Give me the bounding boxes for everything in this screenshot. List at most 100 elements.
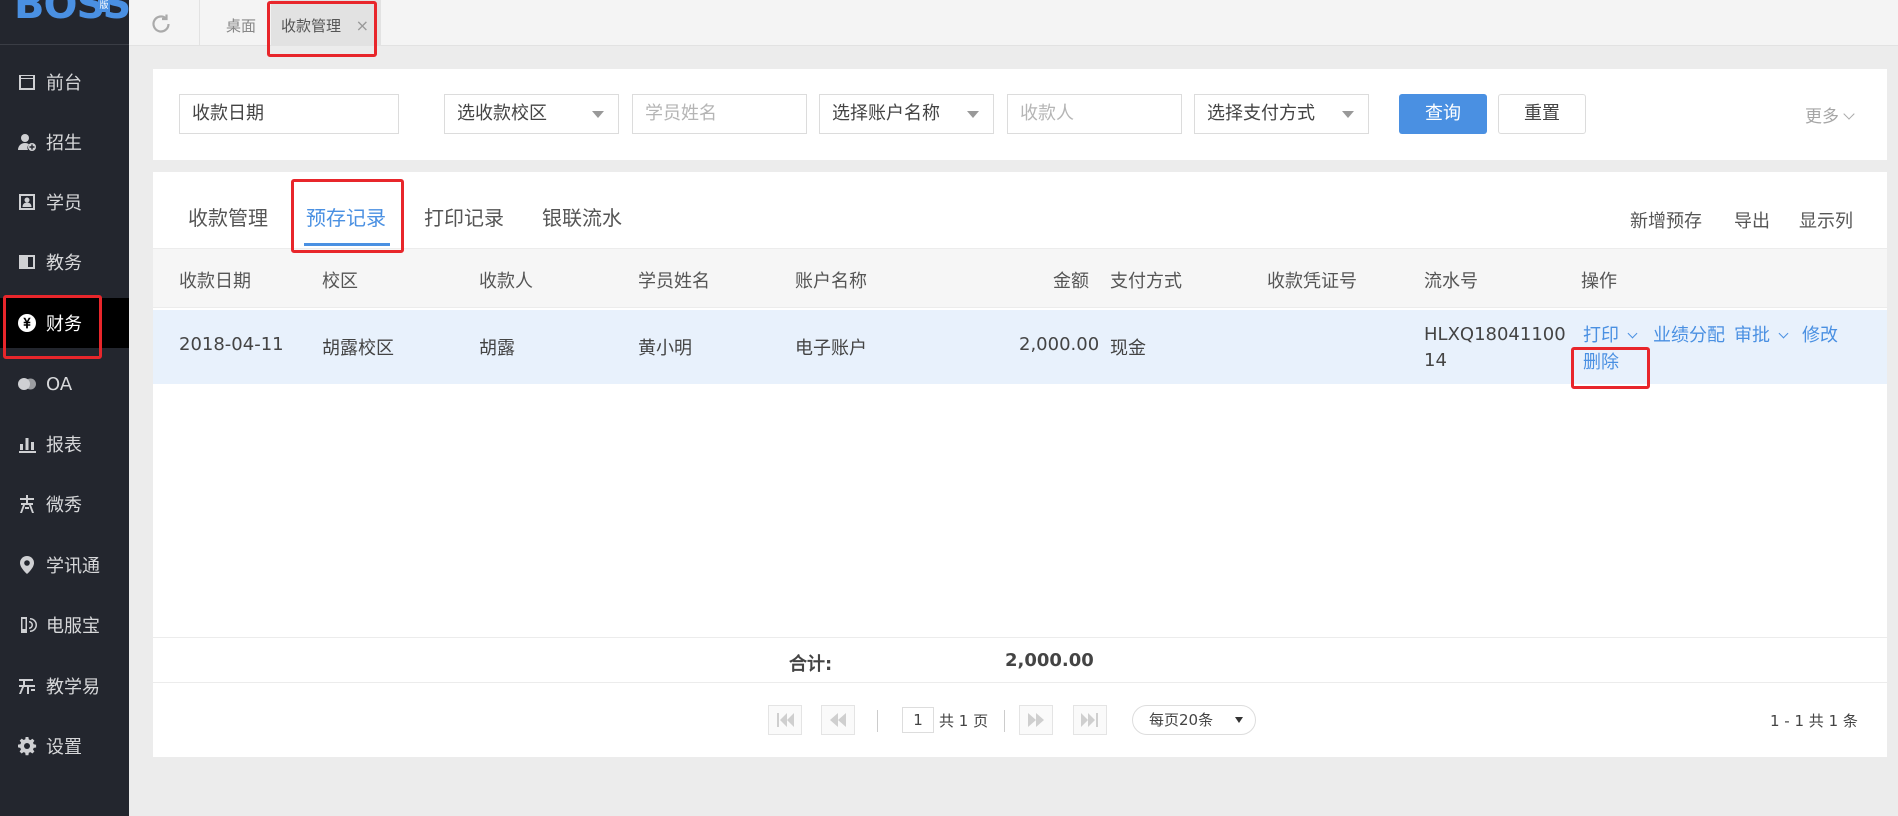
sidebar-item-settings[interactable]: 设置 [0,721,129,771]
col-payee: 收款人 [479,271,533,292]
teach-icon [16,675,38,697]
col-campus: 校区 [322,271,358,292]
chevron-down-icon [1843,108,1855,120]
sidebar-item-label: 电服宝 [46,616,100,637]
sidebar-item-label: 学讯通 [46,556,100,577]
page-size-select[interactable]: 每页20条 [1132,705,1256,735]
student-name-input[interactable]: 学员姓名 [632,94,807,134]
tab-label: 收款管理 [281,17,342,35]
summary-row: 合计: 2,000.00 [153,637,1887,683]
prev-page-icon [830,713,846,727]
brand-logo[interactable]: BOSS 版 [0,0,129,45]
more-filters-link[interactable]: 更多 [1805,102,1855,127]
prev-page-button[interactable] [821,705,855,735]
chevron-down-icon [1627,328,1638,339]
delete-action[interactable]: 删除 [1583,348,1619,374]
tab-payment-management-sub[interactable]: 收款管理 [188,202,268,231]
sidebar-item-enrollment[interactable]: 招生 [0,117,129,167]
sidebar: BOSS 版 前台 招生 学员 教务 财务 OA 报表 微秀 学讯通 电服宝 教… [0,0,129,816]
record-range-info: 1 - 1 共 1 条 [1770,712,1858,730]
edit-action[interactable]: 修改 [1802,321,1838,347]
close-icon[interactable]: × [356,0,369,52]
sidebar-item-weixiu[interactable]: 微秀 [0,479,129,529]
show-columns-button[interactable]: 显示列 [1799,207,1853,233]
sidebar-item-dianfubao[interactable]: 电服宝 [0,600,129,650]
sidebar-item-front-desk[interactable]: 前台 [0,57,129,107]
gear-icon [16,735,38,757]
tab-desktop[interactable]: 桌面 [211,0,271,46]
student-card-icon [16,191,38,213]
cell-serial: HLXQ18041100 14 [1424,322,1574,374]
account-select[interactable]: 选择账户名称 [819,94,994,134]
sidebar-item-finance[interactable]: 财务 [0,298,129,348]
sidebar-item-label: 教学易 [46,677,100,698]
sidebar-item-oa[interactable]: OA [0,359,129,409]
approve-action[interactable]: 审批 [1734,321,1789,347]
sidebar-item-students[interactable]: 学员 [0,177,129,227]
table-row[interactable]: 2018-04-11 胡露校区 胡露 黄小明 电子账户 2,000.00 现金 … [153,310,1887,384]
tab-unionpay-flow[interactable]: 银联流水 [542,202,622,231]
logo-text: BOSS [14,0,129,28]
sidebar-item-reports[interactable]: 报表 [0,419,129,469]
sidebar-item-xuexuntong[interactable]: 学讯通 [0,540,129,590]
last-page-icon [1081,713,1098,727]
caret-down-icon [592,111,604,118]
phone-icon [16,614,38,636]
campus-select-value: 选收款校区 [457,103,547,124]
page-size-value: 每页20条 [1149,711,1214,729]
serial-line-1: HLXQ18041100 [1424,324,1566,345]
payment-method-select[interactable]: 选择支付方式 [1194,94,1369,134]
sidebar-item-label: 微秀 [46,495,82,516]
sidebar-item-label: 前台 [46,73,82,94]
tab-payment-management[interactable]: 收款管理 × [271,0,381,46]
summary-value: 2,000.00 [1005,650,1094,671]
sidebar-item-label: 报表 [46,435,82,456]
col-operations: 操作 [1581,271,1617,292]
caret-down-icon [967,111,979,118]
query-button[interactable]: 查询 [1399,94,1487,134]
sidebar-item-jiaoxueyi[interactable]: 教学易 [0,661,129,711]
logo-badge: 版 [98,0,110,12]
payment-date-field[interactable]: 收款日期 [179,94,399,134]
refresh-icon[interactable] [149,12,173,36]
sidebar-item-academic[interactable]: 教务 [0,237,129,287]
content-panel: 收款管理 预存记录 打印记录 银联流水 新增预存 导出 显示列 收款日期 校区 … [153,172,1887,757]
caret-down-icon [1342,111,1354,118]
campus-select[interactable]: 选收款校区 [444,94,619,134]
xiu-icon [16,493,38,515]
add-prestore-button[interactable]: 新增预存 [1630,207,1702,233]
book-icon [16,251,38,273]
calendar-icon [16,71,38,93]
total-pages: 共 1 页 [939,712,989,730]
location-pin-icon [16,554,38,576]
pager-divider [1004,710,1005,732]
reset-button[interactable]: 重置 [1498,94,1586,134]
sidebar-item-label: 教务 [46,253,82,274]
pager-divider [877,710,878,732]
tab-prestore-records[interactable]: 预存记录 [306,202,386,231]
search-panel: 收款日期 选收款校区 学员姓名 选择账户名称 收款人 选择支付方式 查询 重置 … [153,69,1887,160]
next-page-button[interactable] [1019,705,1053,735]
summary-label: 合计: [789,654,833,675]
allocate-performance-action[interactable]: 业绩分配 [1653,321,1725,347]
first-page-button[interactable] [768,705,802,735]
print-label: 打印 [1583,325,1619,346]
col-account: 账户名称 [795,271,867,292]
payee-input[interactable]: 收款人 [1007,94,1182,134]
cell-payee: 胡露 [479,338,515,359]
cell-date: 2018-04-11 [179,334,284,355]
export-button[interactable]: 导出 [1734,207,1770,233]
table-header: 收款日期 校区 收款人 学员姓名 账户名称 金额 支付方式 收款凭证号 流水号 … [153,248,1887,308]
cell-campus: 胡露校区 [322,338,394,359]
print-action[interactable]: 打印 [1583,321,1638,347]
tab-print-records[interactable]: 打印记录 [424,202,504,231]
tab-divider [199,0,200,46]
more-label: 更多 [1805,107,1839,127]
col-student: 学员姓名 [638,271,710,292]
cell-account: 电子账户 [795,338,867,359]
cell-method: 现金 [1110,338,1146,359]
last-page-button[interactable] [1073,705,1107,735]
col-serial: 流水号 [1424,271,1478,292]
sidebar-item-label: OA [46,373,73,395]
page-number-input[interactable]: 1 [902,707,934,733]
